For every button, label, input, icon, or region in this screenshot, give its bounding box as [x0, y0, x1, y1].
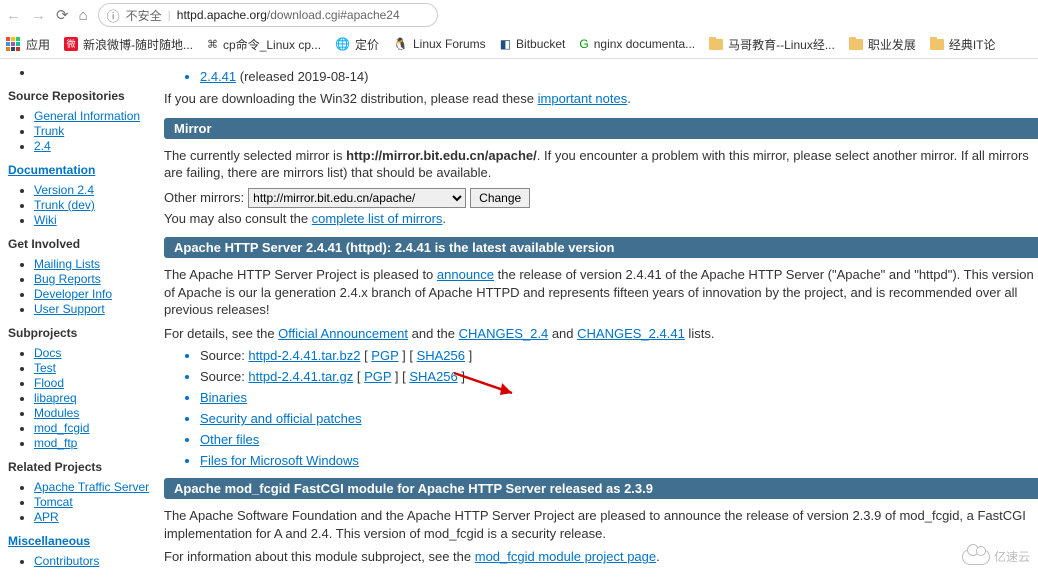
- nav-reload-icon[interactable]: ⟳: [56, 6, 69, 24]
- nav-back-icon[interactable]: ←: [6, 7, 21, 24]
- link-release-2441[interactable]: 2.4.41: [200, 69, 236, 84]
- section-header-httpd: Apache HTTP Server 2.4.41 (httpd): 2.4.4…: [164, 237, 1038, 258]
- sidebar-item-24[interactable]: 2.4: [34, 139, 51, 153]
- bookmark-linuxforums[interactable]: 🐧Linux Forums: [393, 37, 486, 51]
- mirror-description: The currently selected mirror is http://…: [164, 147, 1038, 182]
- link-sha256[interactable]: SHA256: [417, 348, 465, 363]
- sidebar-item-trunk[interactable]: Trunk: [34, 124, 64, 138]
- nav-home-icon[interactable]: ⌂: [79, 7, 88, 24]
- mirror-select[interactable]: http://mirror.bit.edu.cn/apache/: [248, 188, 466, 208]
- link-fcgid-project[interactable]: mod_fcgid module project page: [475, 549, 656, 564]
- link-announce[interactable]: announce: [437, 267, 494, 282]
- weibo-icon: 微: [64, 37, 78, 51]
- info-icon: ⓘ: [107, 6, 120, 25]
- bookmark-apps[interactable]: 应用: [6, 36, 50, 53]
- url-path: /download.cgi#apache24: [267, 8, 400, 22]
- consult-line: You may also consult the complete list o…: [164, 210, 1038, 228]
- bookmark-mage[interactable]: 马哥教育--Linux经...: [709, 36, 835, 53]
- sidebar-item-general-info[interactable]: General Information: [34, 109, 140, 123]
- bitbucket-icon: ◧: [500, 37, 511, 51]
- fcgid-para: The Apache Software Foundation and the A…: [164, 507, 1038, 542]
- bookmarks-bar: 应用 微新浪微博-随时随地... ⌘cp命令_Linux cp... 🌐定价 🐧…: [0, 30, 1038, 58]
- sidebar-item-tomcat[interactable]: Tomcat: [34, 495, 73, 509]
- list-item: Security and official patches: [200, 411, 1038, 426]
- link-pgp[interactable]: PGP: [371, 348, 398, 363]
- link-security-patches[interactable]: Security and official patches: [200, 411, 362, 426]
- sidebar-item-contributors[interactable]: Contributors: [34, 554, 99, 568]
- httpd-announce-para: The Apache HTTP Server Project is please…: [164, 266, 1038, 319]
- sidebar-section-misc[interactable]: Miscellaneous: [8, 534, 154, 548]
- sidebar-item-bugs[interactable]: Bug Reports: [34, 272, 101, 286]
- link-official-announcement[interactable]: Official Announcement: [278, 326, 408, 341]
- list-item: Source: httpd-2.4.41.tar.gz [ PGP ] [ SH…: [200, 369, 1038, 384]
- link-binaries[interactable]: Binaries: [200, 390, 247, 405]
- sidebar-item-modules[interactable]: Modules: [34, 406, 79, 420]
- sidebar-item-cutoff: x: [34, 65, 154, 79]
- list-item: 2.4.41 (released 2019-08-14): [200, 69, 1038, 84]
- sidebar-item-libapreq[interactable]: libapreq: [34, 391, 77, 405]
- cmd-icon: ⌘: [207, 38, 218, 51]
- sidebar-item-docs[interactable]: Docs: [34, 346, 61, 360]
- sidebar-section-related: Related Projects: [8, 460, 154, 474]
- bookmark-cp[interactable]: ⌘cp命令_Linux cp...: [207, 36, 321, 53]
- sidebar-item-modfcgid[interactable]: mod_fcgid: [34, 421, 89, 435]
- list-item: Source: httpd-2.4.41.tar.bz2 [ PGP ] [ S…: [200, 348, 1038, 363]
- link-windows-files[interactable]: Files for Microsoft Windows: [200, 453, 359, 468]
- sidebar-item-mailing[interactable]: Mailing Lists: [34, 257, 100, 271]
- nav-forward-icon[interactable]: →: [31, 7, 46, 24]
- sidebar-section-documentation[interactable]: Documentation: [8, 163, 154, 177]
- link-important-notes[interactable]: important notes: [538, 91, 628, 106]
- sidebar-item-usersupport[interactable]: User Support: [34, 302, 105, 316]
- sidebar-section-get-involved: Get Involved: [8, 237, 154, 251]
- sidebar-item-ats[interactable]: Apache Traffic Server: [34, 480, 149, 494]
- address-bar[interactable]: ⓘ 不安全 | httpd.apache.org/download.cgi#ap…: [98, 3, 438, 27]
- fcgid-info: For information about this module subpro…: [164, 548, 1038, 566]
- link-changes-24[interactable]: CHANGES_2.4: [459, 326, 549, 341]
- bookmark-weibo[interactable]: 微新浪微博-随时随地...: [64, 36, 193, 53]
- sidebar-item-version24[interactable]: Version 2.4: [34, 183, 94, 197]
- other-mirrors-label: Other mirrors:: [164, 190, 244, 205]
- sidebar-item-flood[interactable]: Flood: [34, 376, 64, 390]
- folder-icon: [709, 39, 723, 50]
- security-label: 不安全: [126, 7, 162, 24]
- bookmark-bitbucket[interactable]: ◧Bitbucket: [500, 37, 566, 51]
- httpd-details-para: For details, see the Official Announceme…: [164, 325, 1038, 343]
- link-pgp[interactable]: PGP: [364, 369, 391, 384]
- tux-icon: 🐧: [393, 37, 408, 51]
- section-header-fcgid: Apache mod_fcgid FastCGI module for Apac…: [164, 478, 1038, 499]
- bookmark-career[interactable]: 职业发展: [849, 36, 916, 53]
- list-item: Binaries: [200, 390, 1038, 405]
- globe-icon: 🌐: [335, 37, 350, 51]
- list-item: Other files: [200, 432, 1038, 447]
- change-button[interactable]: Change: [470, 188, 530, 208]
- win32-note: If you are downloading the Win32 distrib…: [164, 90, 1038, 108]
- sidebar-item-apr[interactable]: APR: [34, 510, 59, 524]
- sidebar-item-devinfo[interactable]: Developer Info: [34, 287, 112, 301]
- link-source-bz2[interactable]: httpd-2.4.41.tar.bz2: [248, 348, 360, 363]
- sidebar-section-subprojects: Subprojects: [8, 326, 154, 340]
- sidebar-item-wiki[interactable]: Wiki: [34, 213, 57, 227]
- list-item: Files for Microsoft Windows: [200, 453, 1038, 468]
- folder-icon: [930, 39, 944, 50]
- folder-icon: [849, 39, 863, 50]
- url-host: httpd.apache.org: [177, 8, 267, 22]
- link-complete-mirrors[interactable]: complete list of mirrors: [312, 211, 443, 226]
- apps-icon: [6, 37, 21, 52]
- sidebar-item-modftp[interactable]: mod_ftp: [34, 436, 77, 450]
- link-source-gz[interactable]: httpd-2.4.41.tar.gz: [248, 369, 353, 384]
- bookmark-nginx[interactable]: Gnginx documenta...: [579, 37, 695, 51]
- sidebar-item-test[interactable]: Test: [34, 361, 56, 375]
- section-header-mirror: Mirror: [164, 118, 1038, 139]
- sidebar: x Source Repositories General Informatio…: [0, 59, 158, 580]
- bookmark-classicit[interactable]: 经典IT论: [930, 36, 996, 53]
- link-other-files[interactable]: Other files: [200, 432, 259, 447]
- link-sha256[interactable]: SHA256: [409, 369, 457, 384]
- sidebar-item-trunkdev[interactable]: Trunk (dev): [34, 198, 95, 212]
- main-content: 2.4.41 (released 2019-08-14) If you are …: [158, 59, 1038, 580]
- nginx-icon: G: [579, 37, 588, 51]
- bookmark-pricing[interactable]: 🌐定价: [335, 36, 379, 53]
- link-changes-2441[interactable]: CHANGES_2.4.41: [577, 326, 685, 341]
- sidebar-section-source-repos: Source Repositories: [8, 89, 154, 103]
